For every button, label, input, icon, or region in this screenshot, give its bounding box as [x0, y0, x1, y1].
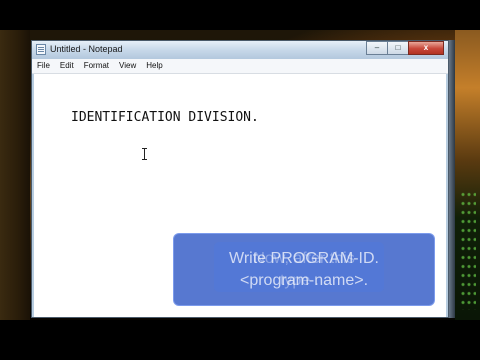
caption-front-layer: Write PROGRAM-ID. <program-name>.	[174, 248, 434, 292]
notepad-icon	[36, 44, 46, 55]
window-shadow-edge	[449, 40, 455, 318]
editor-content: IDENTIFICATION DIVISION.	[71, 110, 259, 125]
menu-edit[interactable]: Edit	[55, 59, 79, 73]
text-cursor-icon	[142, 148, 147, 160]
menu-view[interactable]: View	[114, 59, 141, 73]
minimize-button[interactable]: –	[366, 41, 388, 55]
tutorial-caption: Now, after this type . . Write PROGRAM-I…	[173, 233, 435, 306]
caption-front-line-2: <program-name>.	[239, 272, 369, 289]
letterbox-top	[0, 0, 480, 30]
window-title: Untitled - Notepad	[50, 44, 123, 54]
menu-bar: File Edit Format View Help	[32, 59, 448, 74]
menu-format[interactable]: Format	[79, 59, 114, 73]
maximize-button[interactable]: □	[387, 41, 409, 55]
letterbox-bottom	[0, 320, 480, 360]
menu-file[interactable]: File	[32, 59, 55, 73]
desktop-left-edge	[0, 30, 30, 320]
close-button[interactable]: x	[408, 41, 444, 55]
caption-front-line-1: Write PROGRAM-ID.	[229, 250, 379, 267]
video-frame: Untitled - Notepad – □ x File Edit Forma…	[0, 0, 480, 360]
title-bar[interactable]: Untitled - Notepad – □ x	[32, 41, 448, 59]
caption-buttons: – □ x	[366, 41, 444, 56]
desktop-decoration	[460, 190, 476, 310]
menu-help[interactable]: Help	[141, 59, 167, 73]
